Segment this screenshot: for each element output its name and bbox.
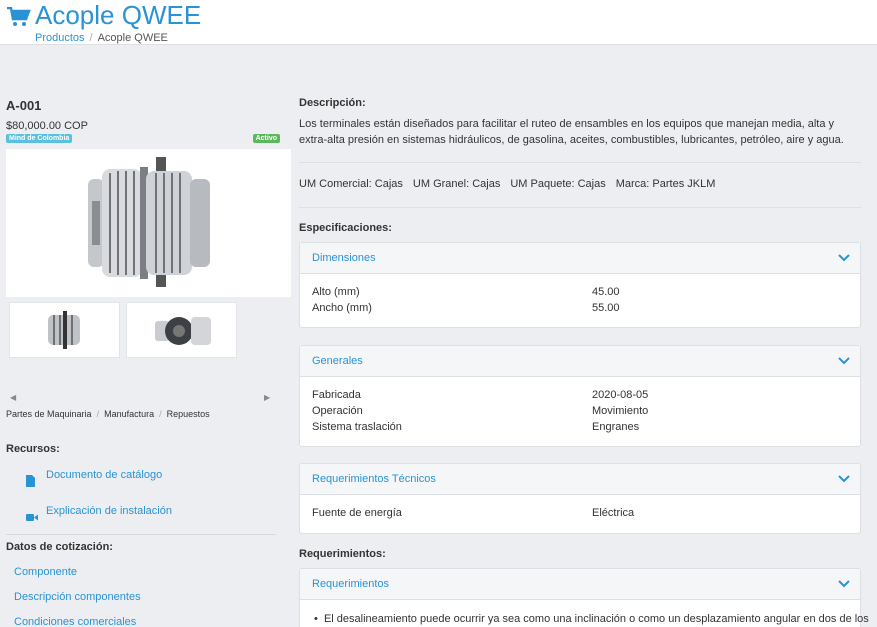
brand-badge: Mind de Colombia	[6, 134, 73, 143]
spec-key: Fabricada	[312, 389, 361, 401]
category-item[interactable]: Manufactura	[104, 409, 154, 419]
video-icon	[26, 514, 38, 521]
spec-key: Ancho (mm)	[312, 302, 372, 314]
product-sku: A-001	[6, 98, 42, 113]
panel-header[interactable]: Dimensiones	[300, 243, 860, 274]
description-label: Descripción:	[299, 97, 366, 109]
product-price: $80,000.00 COP	[6, 120, 88, 132]
panel-requerimientos-tecnicos: Requerimientos Técnicos Fuente de energí…	[299, 463, 861, 534]
spec-value: Eléctrica	[592, 507, 635, 519]
panel-title: Requerimientos	[312, 578, 390, 590]
description-text: Los terminales están diseñados para faci…	[299, 118, 844, 146]
spec-key: Operación	[312, 405, 363, 417]
chevron-down-icon[interactable]	[838, 579, 850, 589]
product-main-image[interactable]	[6, 149, 291, 297]
resources-title: Recursos:	[6, 443, 60, 455]
panel-title: Requerimientos Técnicos	[312, 473, 436, 485]
status-badge: Activo	[252, 134, 280, 143]
panel-title: Generales	[312, 355, 363, 367]
panel-header[interactable]: Requerimientos	[300, 569, 860, 600]
document-icon	[26, 475, 35, 487]
um-paquete: UM Paquete: Cajas	[510, 178, 606, 190]
um-comercial: UM Comercial: Cajas	[299, 178, 403, 190]
breadcrumb-current: Acople QWEE	[97, 32, 168, 44]
unit-measures: UM Comercial: Cajas UM Granel: Cajas UM Pa…	[299, 178, 725, 190]
resource-link-video[interactable]: Explicación de instalación	[46, 505, 172, 517]
category-breadcrumb: Partes de Maquinaria / Manufactura / Repuest…	[6, 409, 210, 419]
shopping-cart-icon	[7, 7, 31, 26]
resource-link-document[interactable]: Documento de catálogo	[46, 469, 162, 481]
spec-value: 45.00	[592, 286, 620, 298]
panel-requerimientos: Requerimientos • El desalineamiento pued…	[299, 568, 869, 627]
panel-generales: Generales Fabricada 2020-08-05 Operación M…	[299, 345, 861, 447]
quote-link-condiciones[interactable]: Condiciones comerciales	[14, 616, 136, 627]
chevron-down-icon[interactable]	[838, 253, 850, 263]
quote-link-componente[interactable]: Componente	[14, 566, 77, 578]
spec-value: 2020-08-05	[592, 389, 649, 401]
panel-header[interactable]: Requerimientos Técnicos	[300, 464, 860, 495]
panel-title: Dimensiones	[312, 252, 376, 264]
brand-label: Marca: Partes JKLM	[615, 178, 716, 190]
product-thumbnail[interactable]	[126, 302, 237, 358]
um-granel: UM Granel: Cajas	[412, 178, 501, 190]
divider	[299, 162, 861, 163]
spec-value: Engranes	[592, 421, 640, 433]
spec-value: 55.00	[592, 302, 620, 314]
page-title: Acople QWEE	[35, 0, 202, 30]
breadcrumb-separator: /	[159, 409, 162, 419]
gallery-prev-arrow-icon[interactable]: ◀	[10, 393, 16, 402]
spec-key: Alto (mm)	[312, 286, 360, 298]
requirement-text: El desalineamiento puede ocurrir ya sea …	[323, 613, 869, 625]
gallery-next-arrow-icon[interactable]: ▶	[264, 393, 270, 402]
requirements-label: Requerimientos:	[299, 548, 386, 560]
chevron-down-icon[interactable]	[838, 356, 850, 366]
spec-value: Movimiento	[592, 405, 649, 417]
specs-label: Especificaciones:	[299, 222, 392, 234]
category-item[interactable]: Partes de Maquinaria	[6, 409, 92, 419]
panel-dimensiones: Dimensiones Alto (mm) 45.00 Ancho (mm) 55.…	[299, 242, 861, 328]
requirement-item: • El desalineamiento puede ocurrir ya se…	[314, 613, 869, 625]
panel-header[interactable]: Generales	[300, 346, 860, 377]
divider	[299, 207, 861, 208]
divider	[6, 534, 276, 535]
quote-title: Datos de cotización:	[6, 541, 113, 553]
breadcrumb-separator: /	[89, 32, 93, 44]
breadcrumb-separator: /	[96, 409, 100, 419]
spec-key: Fuente de energía	[312, 507, 402, 519]
page-header: Acople QWEE Productos / Acople QWEE	[0, 0, 877, 45]
category-item[interactable]: Repuestos	[167, 409, 210, 419]
breadcrumb-productos[interactable]: Productos	[35, 32, 85, 44]
chevron-down-icon[interactable]	[838, 474, 850, 484]
breadcrumb: Productos / Acople QWEE	[35, 32, 168, 44]
product-thumbnail[interactable]	[9, 302, 120, 358]
spec-key: Sistema traslación	[312, 421, 402, 433]
quote-link-descripcion[interactable]: Descripción componentes	[14, 591, 141, 603]
